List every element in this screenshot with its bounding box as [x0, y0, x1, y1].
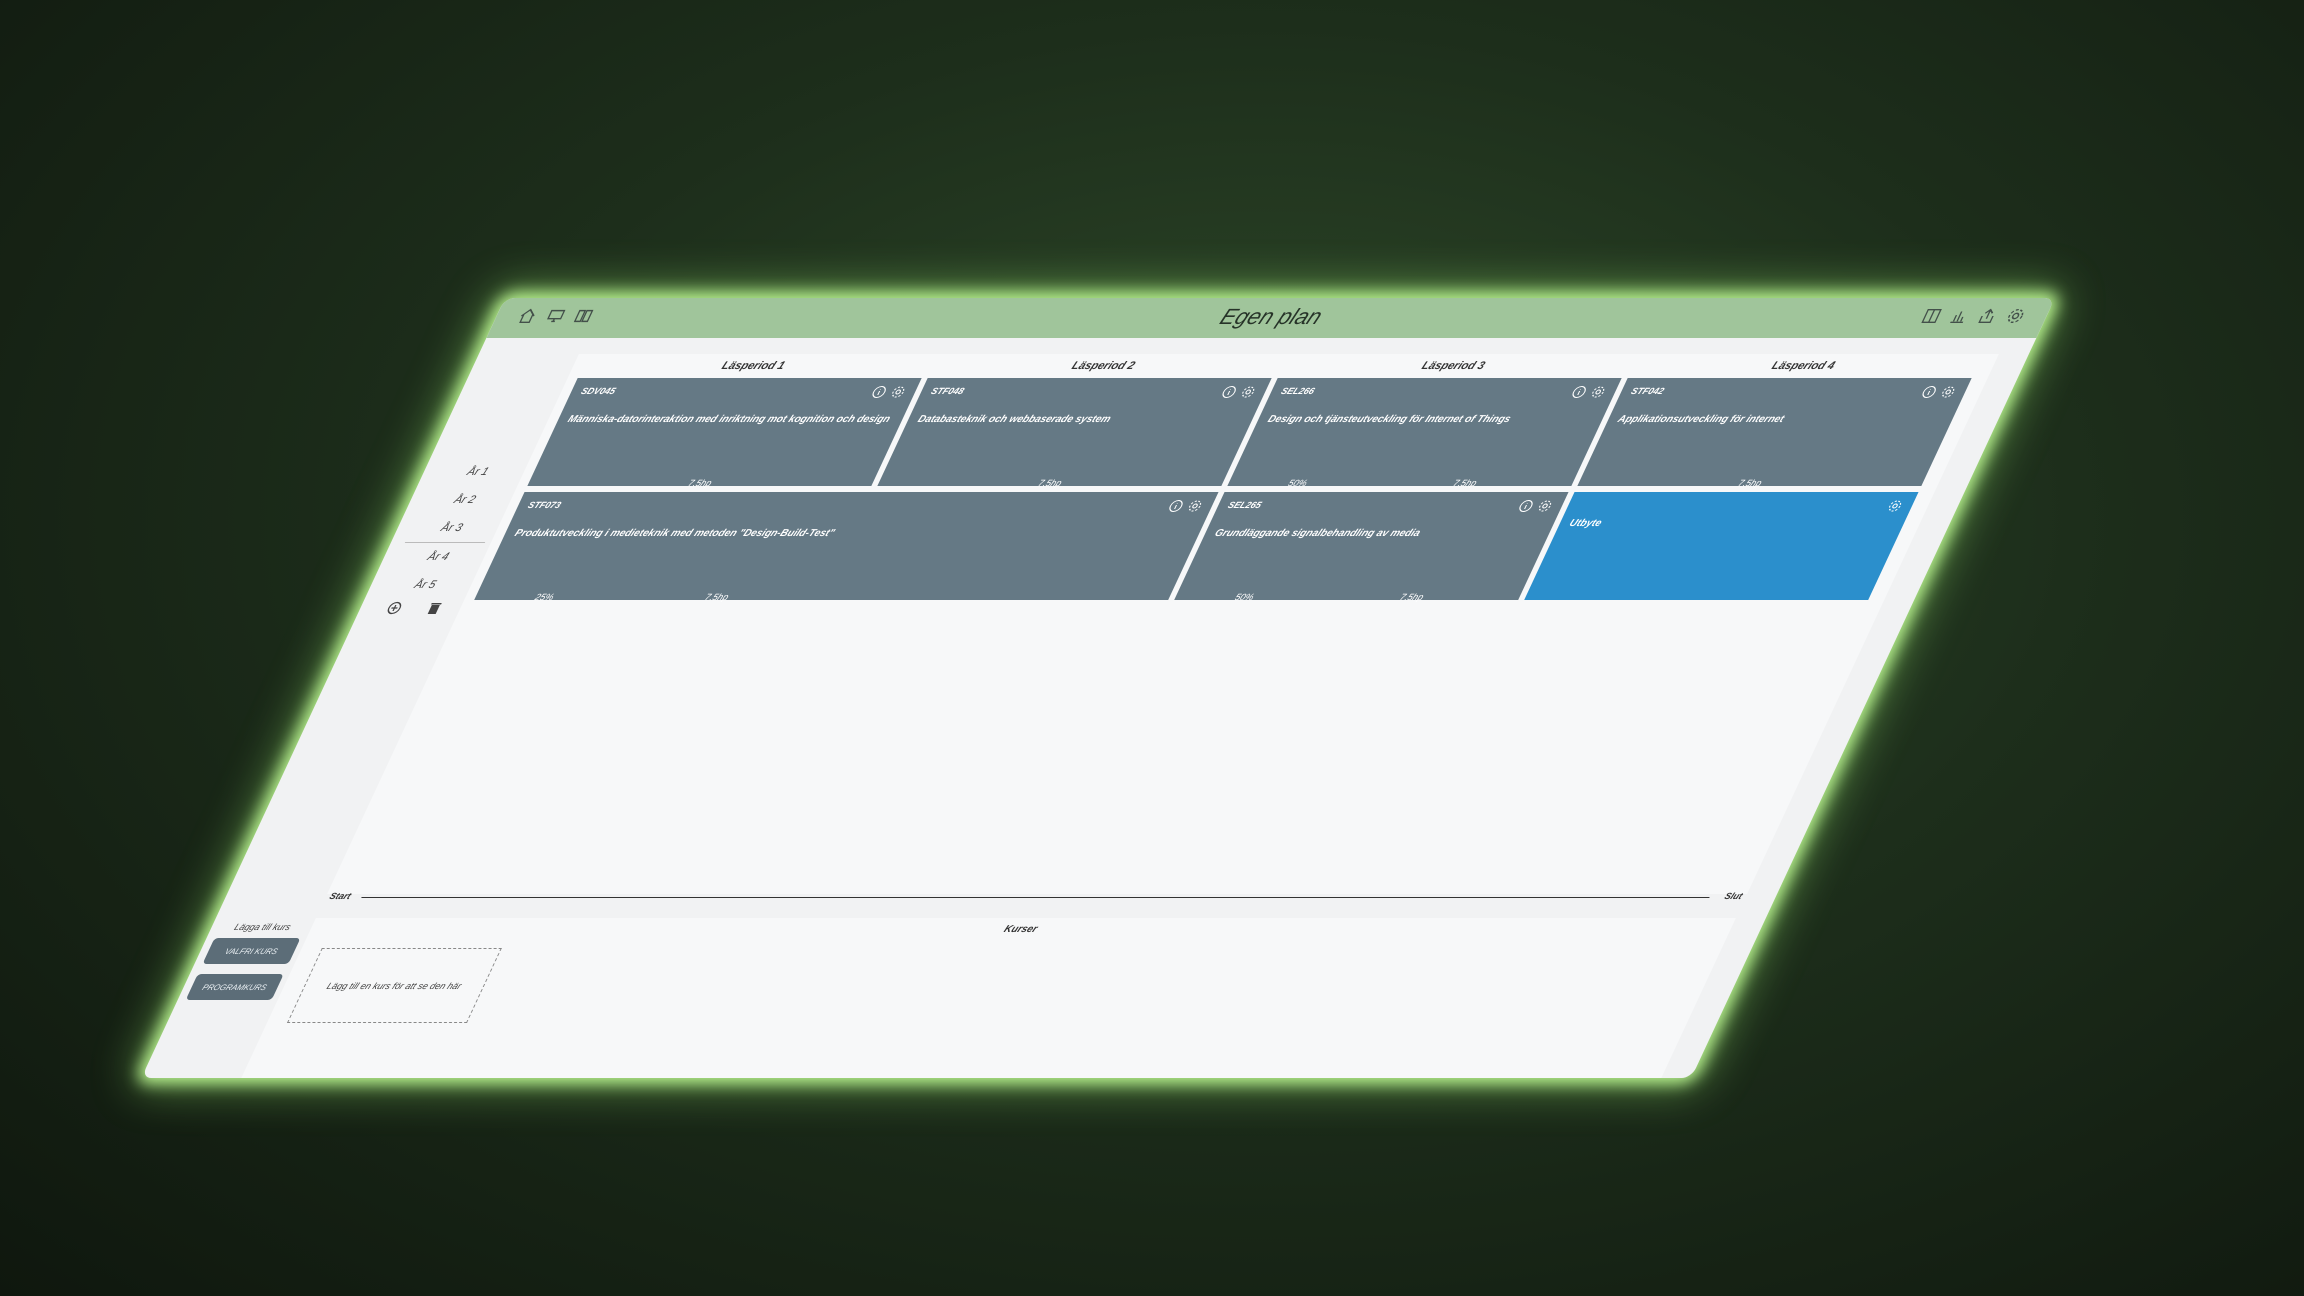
- course-credits: 7.5hp: [1451, 478, 1479, 488]
- timeline: Start Slut: [321, 888, 1750, 908]
- course-percentage: 50%: [1233, 592, 1256, 602]
- exchange-card[interactable]: Utbyte: [1524, 492, 1919, 600]
- gear-icon[interactable]: [888, 385, 909, 399]
- courses-title: Kurser: [1001, 924, 1040, 935]
- course-name: Människa-datorinteraktion med inriktning…: [565, 414, 893, 425]
- timeline-line: [361, 897, 1710, 898]
- gear-icon[interactable]: [1238, 385, 1259, 399]
- course-code: SEL266: [1279, 386, 1317, 396]
- year-4[interactable]: År 4: [392, 543, 485, 571]
- course-credits: 7.5hp: [686, 478, 714, 488]
- gear-icon[interactable]: [1885, 499, 1906, 513]
- header-bar: Egen plan: [486, 298, 2055, 338]
- year-2[interactable]: År 2: [418, 486, 511, 514]
- course-credits: 7.5hp: [1736, 478, 1764, 488]
- course-percentage: 50%: [1286, 478, 1310, 488]
- course-card[interactable]: STF048 Databasteknik och webbaserade sys…: [877, 378, 1272, 488]
- course-card[interactable]: SEL266 Design och tjänsteutveckling för …: [1227, 378, 1622, 488]
- course-percentage: 25%: [533, 592, 556, 602]
- plan-grid: Läsperiod 1 Läsperiod 2 Läsperiod 3 Läsp…: [327, 354, 1999, 894]
- course-credits: 7.5hp: [1398, 592, 1426, 602]
- period-header-1: Läsperiod 1: [719, 360, 787, 372]
- course-code: SEL265: [1226, 500, 1264, 510]
- period-header-2: Läsperiod 2: [1069, 360, 1137, 372]
- course-code: SDV045: [579, 386, 618, 396]
- gear-icon[interactable]: [1938, 385, 1959, 399]
- course-card[interactable]: SEL265 Grundläggande signalbehandling av…: [1174, 492, 1569, 602]
- course-name: Grundläggande signalbehandling av media: [1212, 528, 1423, 539]
- app-window: Egen plan År 1 År 2 År 3 År 4 År 5 Läspe…: [141, 298, 2055, 1078]
- course-name: Produktutveckling i medieteknik med meto…: [512, 528, 837, 539]
- add-course-label: Lägga till kurs: [232, 922, 293, 932]
- course-name: Applikationsutveckling för internet: [1615, 414, 1786, 425]
- add-year-icon[interactable]: [384, 601, 405, 615]
- course-card[interactable]: STF042 Applikationsutveckling för intern…: [1577, 378, 1972, 488]
- course-code: STF048: [929, 386, 966, 396]
- course-name: Utbyte: [1567, 518, 1604, 529]
- course-credits: 7.5hp: [1036, 478, 1064, 488]
- year-3[interactable]: År 3: [404, 514, 499, 543]
- course-card[interactable]: SDV045 Människa-datorinteraktion med inr…: [527, 378, 922, 488]
- gear-icon[interactable]: [1185, 499, 1206, 513]
- course-drop-zone[interactable]: Lägg till en kurs för att se den här: [286, 948, 502, 1023]
- program-course-button[interactable]: PROGRAMKURS: [185, 974, 284, 1000]
- year-5[interactable]: År 5: [379, 571, 472, 599]
- header-right-icons: [1918, 307, 2028, 325]
- period-header-4: Läsperiod 4: [1769, 360, 1837, 372]
- gear-icon[interactable]: [1535, 499, 1556, 513]
- course-card[interactable]: STF073 Produktutveckling i medieteknik m…: [474, 492, 1219, 602]
- courses-panel: Kurser Lägg till en kurs för att se den …: [241, 918, 1736, 1078]
- trash-icon[interactable]: [424, 601, 445, 615]
- elective-course-button[interactable]: VALFRI KURS: [202, 938, 301, 964]
- course-code: STF042: [1629, 386, 1666, 396]
- timeline-start: Start: [327, 891, 353, 901]
- year-controls: [371, 601, 458, 615]
- course-credits: 7.5hp: [703, 592, 731, 602]
- year-1[interactable]: År 1: [431, 458, 524, 486]
- timeline-end: Slut: [1722, 891, 1745, 901]
- course-code: STF073: [526, 500, 563, 510]
- page-title: Egen plan: [1215, 304, 1327, 329]
- course-name: Design och tjänsteutveckling för Interne…: [1265, 414, 1513, 425]
- bar-chart-icon[interactable]: [1946, 307, 1972, 325]
- share-icon[interactable]: [1974, 307, 2000, 325]
- period-header-3: Läsperiod 3: [1419, 360, 1487, 372]
- course-name: Databasteknik och webbaserade system: [915, 414, 1113, 425]
- gear-icon[interactable]: [1588, 385, 1609, 399]
